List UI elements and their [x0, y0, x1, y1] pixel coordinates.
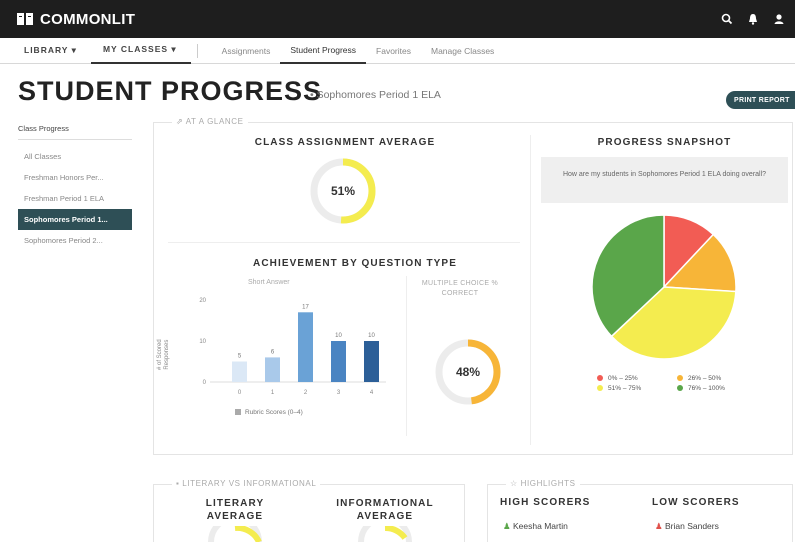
page-title: STUDENT PROGRESS — [18, 76, 323, 106]
legend-item-76-100: 76% – 100% — [677, 385, 757, 392]
literary-legend: ▪ LITERARY VS INFORMATIONAL — [172, 479, 321, 488]
literary-gauge-partial — [208, 526, 262, 542]
progress-snapshot-pie — [591, 214, 737, 360]
chart-line-icon: ⇗ — [176, 117, 184, 126]
low-scorer-item[interactable]: ♟ Brian Sanders — [655, 521, 719, 532]
sidebar-item-sophomores-period-1[interactable]: Sophomores Period 1... — [18, 209, 132, 230]
tab-assignments[interactable]: Assignments — [212, 38, 281, 64]
x-tick-label: 0 — [238, 390, 242, 396]
person-icon: ♟ — [655, 521, 663, 531]
mc-label-line-2: CORRECT — [441, 290, 479, 297]
bar-value-label: 10 — [335, 333, 342, 339]
x-tick-label: 4 — [370, 390, 374, 396]
pie-legend: 0% – 25% 26% – 50% 51% – 75% 76% – 100% — [597, 375, 757, 392]
informational-line-2: AVERAGE — [356, 511, 414, 522]
class-progress-sidebar: Class Progress All Classes Freshman Hono… — [18, 124, 132, 251]
bar-value-label: 17 — [302, 304, 309, 310]
y-axis-label-line-1: # of Scored — [157, 339, 163, 370]
sidebar-item-sophomores-period-2[interactable]: Sophomores Period 2... — [18, 230, 132, 251]
question-type-divider — [406, 276, 407, 436]
literary-line-1: LITERARY — [205, 498, 265, 509]
sidebar-heading: Class Progress — [18, 124, 132, 140]
y-axis-label-line-2: Responses — [164, 339, 170, 370]
highlights-legend: ☆ HIGHLIGHTS — [506, 479, 580, 488]
low-scorer-name: Brian Sanders — [665, 521, 719, 531]
legend-item-26-50: 26% – 50% — [677, 375, 757, 382]
logo-text: COMMONLIT — [40, 10, 136, 28]
bar-value-label: 6 — [271, 349, 275, 355]
mc-gauge: 48% — [435, 339, 501, 405]
search-icon[interactable] — [721, 12, 733, 26]
mc-label-line-1: MULTIPLE CHOICE % — [421, 280, 499, 287]
literary-average-label: LITERARY AVERAGE — [180, 497, 290, 523]
informational-average-label: INFORMATIONAL AVERAGE — [325, 497, 445, 523]
x-tick-label: 2 — [304, 390, 308, 396]
y-tick-label: 10 — [199, 339, 206, 345]
mc-value: 48% — [456, 365, 480, 379]
sidebar-item-freshman-period-1[interactable]: Freshman Period 1 ELA — [18, 188, 132, 209]
tab-favorites[interactable]: Favorites — [366, 38, 421, 64]
snapshot-question: How are my students in Sophomores Period… — [541, 157, 788, 203]
achievement-title: ACHIEVEMENT BY QUESTION TYPE — [253, 258, 457, 269]
sidebar-item-freshman-honors[interactable]: Freshman Honors Per... — [18, 167, 132, 188]
high-scorers-heading: HIGH SCORERS — [500, 497, 591, 508]
y-tick-label: 20 — [199, 298, 206, 304]
bar-value-label: 5 — [238, 354, 242, 360]
bar-chart-legend: Rubric Scores (0–4) — [235, 409, 303, 416]
user-account-icon[interactable] — [773, 12, 785, 26]
class-average-gauge: 51% — [310, 158, 376, 224]
top-bar: COMMONLIT — [0, 0, 795, 38]
legend-item-51-75: 51% – 75% — [597, 385, 677, 392]
informational-gauge-partial — [358, 526, 412, 542]
page-subtitle: • Sophomores Period 1 ELA — [310, 89, 441, 101]
tab-manage-classes[interactable]: Manage Classes — [421, 38, 504, 64]
commonlit-logo[interactable]: COMMONLIT — [16, 11, 135, 28]
notification-bell-icon[interactable] — [747, 12, 759, 26]
main-nav: LIBRARY ▾ MY CLASSES ▾ Assignments Stude… — [0, 38, 795, 64]
my-classes-menu[interactable]: MY CLASSES ▾ — [90, 38, 191, 64]
bar[interactable] — [331, 341, 346, 382]
y-axis-label: # of Scored Responses — [157, 339, 171, 370]
person-icon: ♟ — [503, 521, 511, 531]
legend-swatch — [235, 409, 241, 416]
sidebar-item-all-classes[interactable]: All Classes — [18, 146, 132, 167]
x-tick-label: 3 — [337, 390, 341, 396]
class-average-title: CLASS ASSIGNMENT AVERAGE — [254, 137, 436, 148]
bar-legend-label: Rubric Scores (0–4) — [245, 409, 303, 416]
book-icon — [17, 13, 33, 25]
high-scorer-name: Keesha Martin — [513, 521, 568, 531]
snapshot-divider — [530, 135, 531, 445]
highlights-panel — [487, 484, 793, 542]
bar-value-label: 10 — [368, 333, 375, 339]
bar[interactable] — [232, 361, 247, 383]
literary-line-2: AVERAGE — [206, 511, 264, 522]
book-open-icon: ▪ — [176, 479, 180, 488]
bar[interactable] — [265, 357, 280, 382]
short-answer-label: Short Answer — [248, 279, 290, 286]
bar[interactable] — [298, 312, 313, 382]
nav-divider — [196, 43, 198, 58]
informational-line-1: INFORMATIONAL — [336, 498, 434, 509]
at-a-glance-legend: ⇗ AT A GLANCE — [172, 117, 248, 126]
bar[interactable] — [364, 341, 379, 382]
high-scorer-item[interactable]: ♟ Keesha Martin — [503, 521, 568, 532]
tab-student-progress[interactable]: Student Progress — [280, 38, 367, 64]
star-icon: ☆ — [510, 479, 518, 488]
low-scorers-heading: LOW SCORERS — [652, 497, 740, 508]
print-report-button[interactable]: PRINT REPORT — [726, 91, 795, 109]
class-average-value: 51% — [331, 184, 355, 198]
legend-item-0-25: 0% – 25% — [597, 375, 677, 382]
mc-label: MULTIPLE CHOICE % CORRECT — [410, 279, 510, 299]
library-menu[interactable]: LIBRARY ▾ — [0, 38, 91, 64]
x-tick-label: 1 — [271, 390, 275, 396]
progress-snapshot-title: PROGRESS SNAPSHOT — [597, 137, 732, 148]
section-divider — [168, 242, 520, 243]
y-tick-label: 0 — [203, 380, 207, 386]
